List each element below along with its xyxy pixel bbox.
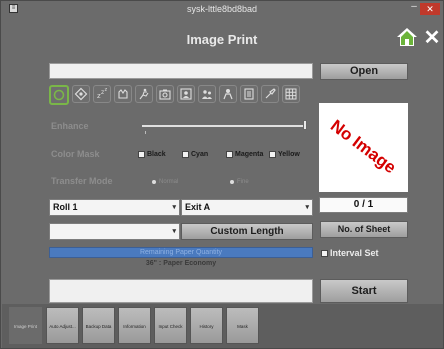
mode-brush-icon[interactable] (261, 85, 279, 103)
enhance-slider-track[interactable] (142, 125, 307, 127)
enhance-label: Enhance (51, 121, 89, 131)
print-mode-toolbar: zzz (49, 85, 300, 107)
transfer-mode-label: Transfer Mode (51, 176, 113, 186)
file-path-field[interactable] (49, 63, 313, 79)
chevron-down-icon: ▾ (305, 204, 309, 211)
transfer-fine-radio[interactable]: Fine (230, 179, 249, 185)
main-window: ≡ sysk-lttle8bd8bad – ✕ Image Print ✕ Op… (0, 0, 444, 349)
roll-select[interactable]: Roll 1 ▾ (49, 199, 180, 216)
message-field[interactable] (49, 279, 313, 303)
exit-select[interactable]: Exit A ▾ (181, 199, 313, 216)
paper-economy-text: 36" : Paper Economy (145, 260, 217, 267)
tab-input-check[interactable]: Input Check (154, 307, 187, 344)
tab-mask[interactable]: Mask (226, 307, 259, 344)
mask-magenta-checkbox[interactable]: Magenta (226, 151, 263, 158)
mode-document-icon[interactable] (240, 85, 258, 103)
color-mask-label: Color Mask (51, 149, 100, 159)
remaining-paper-bar: Remaining Paper Quantity (49, 247, 313, 258)
size-select[interactable]: ▾ (49, 223, 180, 240)
exit-button[interactable]: ✕ (422, 28, 442, 48)
checkbox-label: Cyan (191, 151, 209, 158)
enhance-slider-knob[interactable] (303, 120, 307, 130)
chevron-down-icon: ▾ (172, 228, 176, 235)
mode-diamond-icon[interactable] (72, 85, 90, 103)
transfer-normal-radio[interactable]: Normal (152, 179, 178, 185)
minimize-button[interactable]: – (409, 2, 419, 13)
tab-history[interactable]: History (190, 307, 223, 344)
checkbox-box[interactable] (321, 249, 328, 257)
mode-pets-icon[interactable] (114, 85, 132, 103)
window-close-button[interactable]: ✕ (420, 3, 440, 15)
tab-image-print[interactable]: Image Print (9, 307, 42, 344)
radio-label: Normal (159, 179, 179, 185)
checkbox-box[interactable] (138, 151, 145, 158)
exit-select-value: Exit A (185, 202, 211, 212)
enhance-slider-tick (145, 131, 146, 134)
checkbox-label: Black (147, 151, 166, 158)
mask-cyan-checkbox[interactable]: Cyan (182, 151, 208, 158)
tab-information[interactable]: Information (118, 307, 151, 344)
checkbox-label: Magenta (235, 151, 264, 158)
svg-text:z: z (105, 87, 108, 93)
mode-group-icon[interactable] (198, 85, 216, 103)
checkbox-box[interactable] (269, 151, 276, 158)
checkbox-box[interactable] (182, 151, 189, 158)
mode-portrait-icon[interactable] (177, 85, 195, 103)
image-preview: No Image (319, 103, 408, 192)
interval-set-checkbox[interactable]: Interval Set (321, 248, 379, 258)
radio-dot[interactable] (230, 180, 234, 184)
radio-label: Fine (237, 179, 249, 185)
custom-length-button[interactable]: Custom Length (181, 223, 313, 240)
mode-grid-icon[interactable] (282, 85, 300, 103)
tab-auto-adjust[interactable]: Auto Adjust... (46, 307, 79, 344)
checkbox-label: Yellow (278, 151, 300, 158)
start-button[interactable]: Start (320, 279, 408, 303)
window-title: sysk-lttle8bd8bad (186, 4, 258, 14)
mode-person-icon[interactable] (219, 85, 237, 103)
page-counter: 0 / 1 (319, 197, 408, 213)
remaining-paper-label: Remaining Paper Quantity (139, 249, 223, 256)
mode-camera-icon[interactable] (156, 85, 174, 103)
checkbox-box[interactable] (226, 151, 233, 158)
title-bar: ≡ sysk-lttle8bd8bad – ✕ (1, 1, 443, 18)
page-title: Image Print (186, 32, 258, 47)
mode-sleep-icon[interactable]: zzz (93, 85, 111, 103)
open-button[interactable]: Open (320, 63, 408, 80)
no-of-sheet-button[interactable]: No. of Sheet (320, 221, 408, 238)
mode-sport-icon[interactable] (135, 85, 153, 103)
mask-black-checkbox[interactable]: Black (138, 151, 166, 158)
tab-backup-data[interactable]: Backup Data (82, 307, 115, 344)
home-icon[interactable] (396, 26, 418, 48)
mode-auto-icon[interactable] (49, 85, 69, 105)
roll-select-value: Roll 1 (53, 202, 78, 212)
radio-dot[interactable] (152, 180, 156, 184)
chevron-down-icon: ▾ (172, 204, 176, 211)
interval-set-label: Interval Set (330, 248, 379, 258)
no-image-text: No Image (327, 115, 400, 178)
mask-yellow-checkbox[interactable]: Yellow (269, 151, 300, 158)
